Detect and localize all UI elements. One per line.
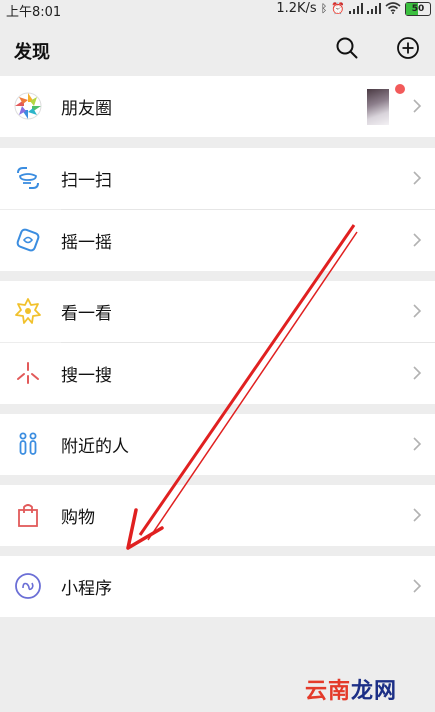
watermark-part-1: 云南 xyxy=(305,679,352,704)
chevron-right-icon xyxy=(413,437,422,451)
signal-icon-2 xyxy=(367,3,381,14)
menu-item-label: 小程序 xyxy=(61,579,112,599)
menu-item-moments[interactable]: 朋友圈 xyxy=(0,76,435,137)
chevron-right-icon xyxy=(413,99,422,113)
search-icon[interactable] xyxy=(335,36,359,60)
chevron-right-icon xyxy=(413,366,422,380)
menu-item-label: 扫一扫 xyxy=(61,171,112,191)
plus-circle-icon[interactable] xyxy=(396,36,420,60)
status-bar: 上午8:01 1.2K/s ᛒ ⏰ 50 xyxy=(0,0,435,20)
page-title: 发现 xyxy=(14,42,50,63)
menu-item-mini-programs[interactable]: 小程序 xyxy=(0,556,435,617)
mini-program-icon xyxy=(15,573,41,599)
menu-item-label: 看一看 xyxy=(61,304,112,324)
menu-item-shopping[interactable]: 购物 xyxy=(0,485,435,546)
chevron-right-icon xyxy=(413,171,422,185)
net-speed: 1.2K/s xyxy=(276,1,317,16)
unread-dot xyxy=(395,84,405,94)
menu-item-scan[interactable]: 扫一扫 xyxy=(0,148,435,209)
top-bar: 发现 xyxy=(0,18,435,76)
status-right: 1.2K/s ᛒ ⏰ 50 xyxy=(276,1,431,16)
menu-item-label: 附近的人 xyxy=(61,437,129,457)
battery-icon: 50 xyxy=(405,1,431,16)
watermark-part-2: 龙网 xyxy=(351,679,398,704)
menu-item-label: 购物 xyxy=(61,508,95,528)
wifi-icon xyxy=(385,1,401,16)
moments-aperture-icon xyxy=(14,92,42,120)
battery-text: 50 xyxy=(411,3,425,14)
chevron-right-icon xyxy=(413,508,422,522)
shopping-bag-icon xyxy=(18,504,38,527)
chevron-right-icon xyxy=(413,304,422,318)
menu-item-search[interactable]: 搜一搜 xyxy=(0,343,435,404)
people-nearby-icon xyxy=(19,432,37,455)
alarm-icon: ⏰ xyxy=(331,2,345,15)
menu-item-top-stories[interactable]: 看一看 xyxy=(0,281,435,342)
bluetooth-icon: ᛒ xyxy=(320,2,328,15)
search-spark-icon xyxy=(17,362,39,384)
chevron-right-icon xyxy=(413,579,422,593)
signal-icon xyxy=(349,3,363,14)
watermark: 云南龙网 xyxy=(305,673,397,705)
top-stories-icon xyxy=(15,298,41,324)
menu-item-label: 朋友圈 xyxy=(61,99,112,119)
menu-item-label: 摇一摇 xyxy=(61,233,112,253)
scan-icon xyxy=(17,167,39,189)
chevron-right-icon xyxy=(413,233,422,247)
menu-item-label: 搜一搜 xyxy=(61,366,112,386)
menu-item-shake[interactable]: 摇一摇 xyxy=(0,210,435,271)
moments-thumbnail xyxy=(367,89,389,125)
shake-icon xyxy=(16,228,40,252)
menu-item-people-nearby[interactable]: 附近的人 xyxy=(0,414,435,475)
